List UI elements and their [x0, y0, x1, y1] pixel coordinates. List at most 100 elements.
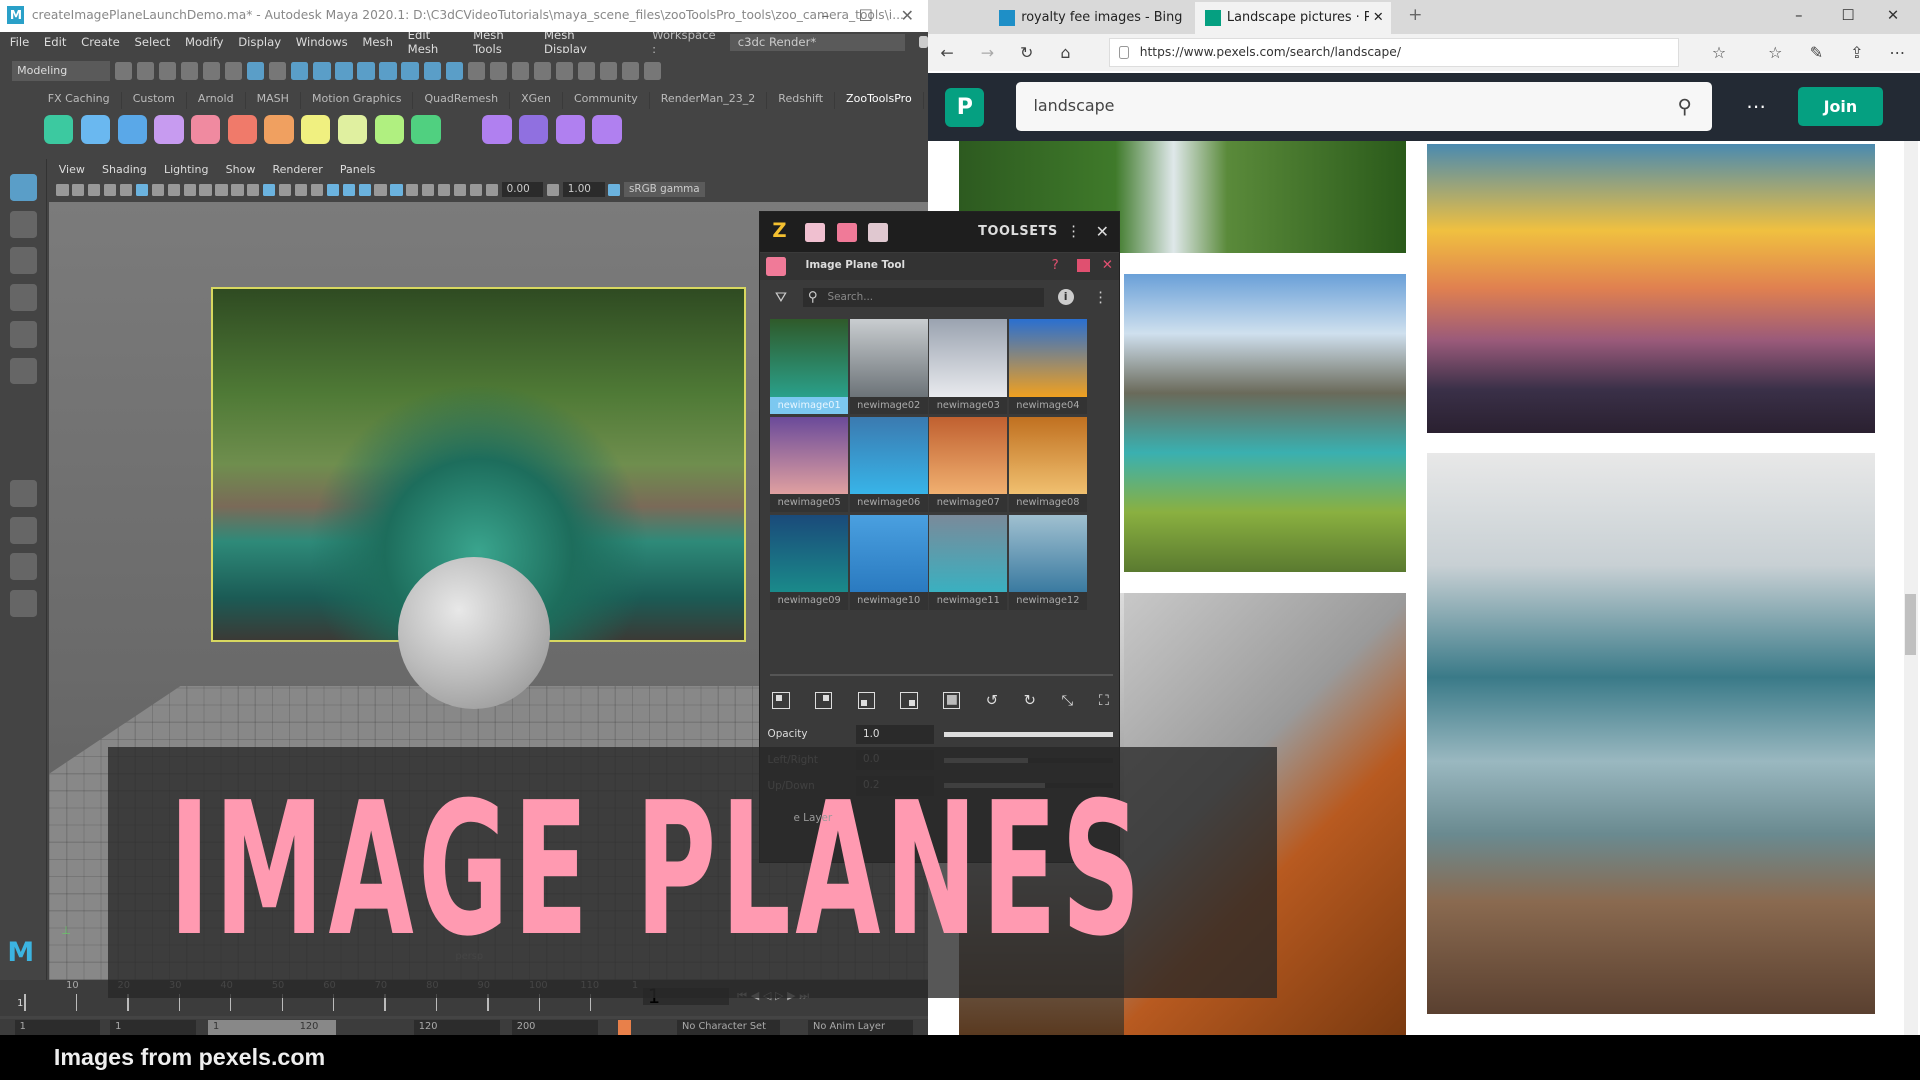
toolsets-menu-icon[interactable]: ⋮ — [1066, 223, 1081, 240]
shelf-tab-mash[interactable]: MASH — [246, 91, 301, 109]
toolsets-close-icon[interactable]: ✕ — [1096, 223, 1109, 240]
viewport-menu-lighting[interactable]: Lighting — [164, 163, 209, 179]
end-time-field[interactable]: 200 — [511, 1019, 598, 1035]
modeling-toolkit-icon[interactable] — [577, 62, 595, 80]
character-set-dropdown[interactable]: No Character Set — [677, 1019, 780, 1035]
shelf-tab-quadremesh[interactable]: QuadRemesh — [413, 91, 511, 109]
select-object-icon[interactable] — [247, 62, 265, 80]
search-icon[interactable]: ⚲ — [1678, 95, 1692, 118]
resolution-gate-icon[interactable] — [167, 183, 180, 196]
anim-layer-dropdown[interactable]: No Anim Layer — [808, 1019, 914, 1035]
attribute-editor-icon[interactable] — [621, 62, 639, 80]
favorite-star-icon[interactable]: ☆ — [1712, 43, 1726, 63]
smooth-shade-icon[interactable] — [263, 183, 276, 196]
image-thumbnail[interactable]: newimage04 — [1008, 319, 1088, 416]
shelf-tool-icon[interactable] — [227, 115, 258, 145]
safe-action-icon[interactable] — [215, 183, 228, 196]
render-icon[interactable] — [489, 62, 507, 80]
image-tools-icon[interactable] — [837, 222, 857, 243]
browser-minimize-button[interactable]: – — [1795, 6, 1802, 26]
select-hierarchy-icon[interactable] — [225, 62, 243, 80]
viewport-menu-shading[interactable]: Shading — [102, 163, 147, 179]
color-management-toggle-icon[interactable] — [608, 183, 621, 196]
shelf-tool-icon[interactable] — [44, 115, 74, 145]
single-view-icon[interactable] — [9, 479, 37, 507]
exposure-field[interactable]: 0.00 — [501, 182, 544, 198]
snap-view-icon[interactable] — [357, 62, 375, 80]
shelf-tool-icon[interactable] — [301, 115, 331, 145]
share-icon[interactable]: ⇪ — [1850, 43, 1863, 63]
rotate-tool-icon[interactable] — [9, 320, 37, 348]
four-view-icon[interactable] — [9, 516, 37, 544]
image-thumbnail[interactable]: newimage05 — [769, 417, 849, 514]
pexels-logo[interactable]: P — [945, 88, 985, 128]
image-thumbnail[interactable]: newimage08 — [1008, 417, 1088, 514]
xray-components-icon[interactable] — [469, 183, 483, 196]
minimize-button[interactable]: – — [804, 0, 846, 32]
rotate-left-icon[interactable]: ↺ — [986, 692, 998, 709]
shelf-tab-fx-caching[interactable]: FX Caching — [37, 91, 122, 109]
maximize-button[interactable]: ☐ — [845, 0, 887, 32]
lock-selection-icon[interactable] — [467, 62, 485, 80]
maya-home-icon[interactable]: M — [7, 937, 34, 969]
shelf-tool-icon[interactable] — [592, 115, 622, 145]
rotate-right-icon[interactable]: ↻ — [1024, 692, 1036, 709]
info-icon[interactable]: i — [1057, 288, 1074, 305]
image-thumbnail[interactable]: newimage07 — [929, 417, 1008, 514]
outliner-icon[interactable] — [9, 590, 37, 618]
lights-icon[interactable] — [326, 183, 339, 196]
default-material-icon[interactable] — [279, 183, 292, 196]
bookmark-icon[interactable] — [88, 183, 101, 196]
page-scrollbar[interactable] — [1904, 140, 1918, 1035]
xray-joints-icon[interactable] — [453, 183, 467, 196]
menu-select[interactable]: Select — [134, 35, 170, 49]
workspace-dropdown[interactable]: c3dc Render* — [730, 33, 905, 51]
auto-key-icon[interactable] — [618, 1019, 631, 1035]
character-controls-icon[interactable] — [599, 62, 617, 80]
view-transform-dropdown[interactable]: sRGB gamma — [624, 182, 705, 198]
shelf-tool-icon[interactable] — [374, 115, 404, 145]
anti-aliasing-icon[interactable] — [390, 183, 403, 196]
options-menu-icon[interactable]: ⋮ — [1093, 289, 1108, 306]
snap-edge-icon[interactable] — [401, 62, 419, 80]
new-scene-icon[interactable] — [115, 62, 133, 80]
shelf-tab-community[interactable]: Community — [563, 91, 650, 109]
wireframe-icon[interactable] — [247, 183, 260, 196]
gate-mask-icon[interactable] — [183, 183, 196, 196]
depth-of-field-icon[interactable] — [406, 183, 419, 196]
shelf-tab-custom[interactable]: Custom — [122, 91, 187, 109]
align-top-right-icon[interactable] — [815, 691, 833, 709]
back-button[interactable]: ← — [940, 43, 953, 63]
image-thumbnail[interactable]: newimage10 — [849, 515, 928, 612]
address-bar[interactable]: https://www.pexels.com/search/landscape/ — [1109, 37, 1679, 68]
menu-edit[interactable]: Edit — [44, 35, 67, 49]
snap-grid-icon[interactable] — [291, 62, 309, 80]
xray-icon[interactable] — [438, 183, 451, 196]
snap-surface-icon[interactable] — [379, 62, 397, 80]
textured-icon[interactable] — [310, 183, 324, 196]
snap-point-icon[interactable] — [335, 62, 353, 80]
lasso-tool-icon[interactable] — [9, 210, 37, 238]
field-chart-icon[interactable] — [199, 183, 212, 196]
favorites-icon[interactable]: ☆ — [1768, 43, 1782, 63]
shelf-tool-icon[interactable] — [80, 115, 111, 145]
menu-set-dropdown[interactable]: Modeling — [12, 61, 111, 81]
align-bottom-left-icon[interactable] — [857, 691, 875, 709]
wireframe-on-shaded-icon[interactable] — [294, 183, 308, 196]
menu-mesh-tools[interactable]: Mesh Tools — [473, 32, 529, 53]
grease-pencil-icon[interactable] — [119, 183, 133, 196]
scrollbar-thumb[interactable] — [1905, 593, 1917, 656]
isolate-select-icon[interactable] — [422, 183, 435, 196]
scale-tool-icon[interactable] — [9, 357, 37, 385]
join-button[interactable]: Join — [1797, 86, 1884, 127]
move-tool-icon[interactable] — [9, 284, 37, 311]
notes-icon[interactable]: ✎ — [1810, 43, 1823, 63]
filter-icon[interactable]: ⛛ — [775, 289, 787, 306]
menu-edit-mesh[interactable]: Edit Mesh — [408, 32, 459, 53]
channel-box-icon[interactable] — [643, 62, 661, 80]
image-plane-tool-header[interactable]: Image Plane Tool ? ✕ — [760, 253, 1119, 281]
tool-close-icon[interactable]: ✕ — [1102, 258, 1113, 274]
ambient-occlusion-icon[interactable] — [358, 183, 371, 196]
menu-create[interactable]: Create — [81, 35, 120, 49]
shelf-tab-arnold[interactable]: Arnold — [187, 91, 246, 109]
